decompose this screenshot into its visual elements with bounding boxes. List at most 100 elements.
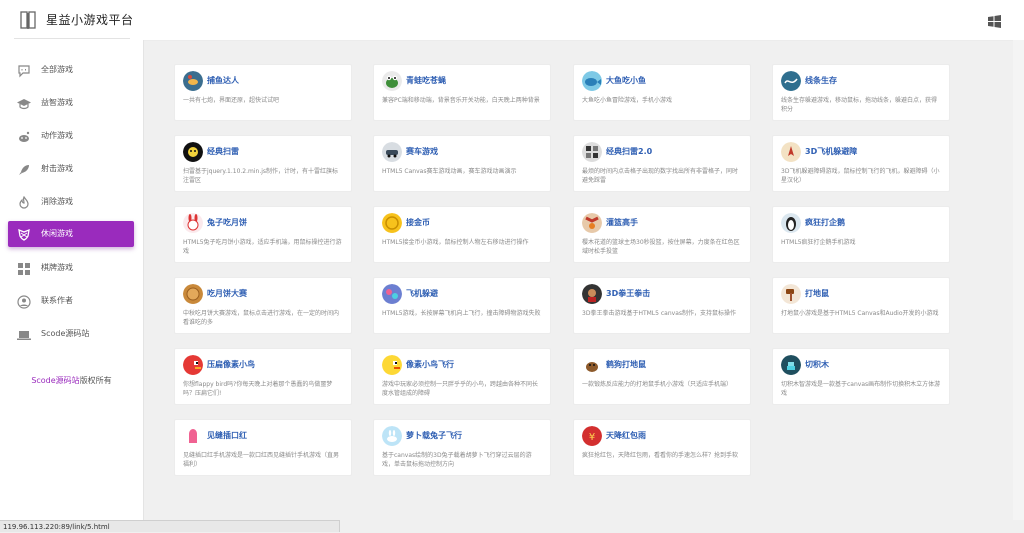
top-header: 星益小游戏平台 xyxy=(0,0,1024,41)
copyright-link[interactable]: Scode源码站 xyxy=(31,376,79,385)
scrollbar[interactable] xyxy=(1013,40,1024,520)
sidebar-item-label: 射击游戏 xyxy=(41,164,73,173)
game-card[interactable]: 3D飞机躲避障 3D飞机躲避障碍游戏，鼠标控制飞行的飞机，躲避障碍（小星汉化） xyxy=(772,135,950,192)
game-description: 最烦的时间内点击格子出现的数字找出所有非雷格子，同时避免踩雷 xyxy=(582,168,739,184)
gold-coin-icon xyxy=(382,213,402,233)
sidebar-item-puzzle-games[interactable]: 益智游戏 xyxy=(8,90,134,116)
sidebar-item-scode[interactable]: Scode源码站 xyxy=(8,321,134,347)
game-description: HTML5 Canvas赛车游戏动画，赛车游戏动画演示 xyxy=(382,168,517,175)
game-card[interactable]: 经典扫雷 扫雷基于jquery.1.10.2.min.js制作，计时，有十雷红旗… xyxy=(174,135,352,192)
game-card[interactable]: 大鱼吃小鱼 大鱼吃小鱼冒险游戏，手机小游戏 xyxy=(573,64,751,121)
minesweeper-icon xyxy=(183,142,203,162)
game-title: 经典扫雷 xyxy=(207,147,239,156)
sidebar-item-label: 益智游戏 xyxy=(41,98,73,107)
game-title: 接金币 xyxy=(406,218,430,227)
game-description: 游戏中玩家必须控制一只胖乎乎的小鸟，跨越由各种不同长度水管组成的障碍 xyxy=(382,381,539,397)
sidebar-item-board-games[interactable]: 棋牌游戏 xyxy=(8,255,134,281)
laptop-icon xyxy=(17,327,31,341)
user-icon xyxy=(17,294,31,309)
game-title: 灌篮高手 xyxy=(606,218,638,227)
game-card[interactable]: 切积木 切积木智游戏是一款基于canvas画布制作切换积木立方体游戏 xyxy=(772,348,950,405)
game-card[interactable]: 像素小鸟飞行 游戏中玩家必须控制一只胖乎乎的小鸟，跨越由各种不同长度水管组成的障… xyxy=(373,348,551,405)
game-card[interactable]: 灌篮高手 樱木花道的篮球主场30秒投篮，按住屏幕，力度条在红色区域时松手投篮 xyxy=(573,206,751,263)
shield-icon xyxy=(17,227,31,241)
game-card[interactable]: 经典扫雷2.0 最烦的时间内点击格子出现的数字找出所有非雷格子，同时避免踩雷 xyxy=(573,135,751,192)
sidebar-item-label: 动作游戏 xyxy=(41,131,73,140)
game-card[interactable]: ¥ 天降红包雨 疯狂抢红包，天降红包雨，看看你的手速怎么样？抢到手软 xyxy=(573,419,751,476)
game-card[interactable]: 疯狂打企鹅 HTML5疯狂打企鹅手机游戏 xyxy=(772,206,950,263)
game-title: 见缝插口红 xyxy=(207,431,247,440)
red-envelope-icon: ¥ xyxy=(582,426,602,446)
brand-title[interactable]: 星益小游戏平台 xyxy=(46,11,134,28)
lipstick-icon xyxy=(183,426,203,446)
sidebar-item-contact[interactable]: 联系作者 xyxy=(8,288,134,314)
game-card[interactable]: 线条生存 线条生存躲避游戏，移动鼠标，拖动线条，躲避白点，获得积分 xyxy=(772,64,950,121)
boxer-icon xyxy=(582,284,602,304)
game-card[interactable]: 压扁像素小鸟 你想flappy bird吗?你每天晚上对着那个愚蠢的鸟做噩梦吗？… xyxy=(174,348,352,405)
status-bar-url: 119.96.113.220:89/link/5.html xyxy=(0,520,340,532)
sidebar-item-action-games[interactable]: 动作游戏 xyxy=(8,123,134,149)
game-description: 大鱼吃小鱼冒险游戏，手机小游戏 xyxy=(582,97,673,104)
3d-plane-icon xyxy=(781,142,801,162)
game-card[interactable]: 吃月饼大赛 中秋吃月饼大赛游戏，鼠标点击进行游戏，在一定的时间内看谁吃的多 xyxy=(174,277,352,334)
sidebar-item-casual-games[interactable]: 休闲游戏 xyxy=(8,221,134,247)
game-description: 3D飞机躲避障碍游戏，鼠标控制飞行的飞机，躲避障碍（小星汉化） xyxy=(781,168,940,184)
sidebar-item-all-games[interactable]: 全部游戏 xyxy=(8,57,134,83)
frog-icon xyxy=(382,71,402,91)
sidebar-item-label: 消除游戏 xyxy=(41,197,73,206)
game-card[interactable]: 赛车游戏 HTML5 Canvas赛车游戏动画，赛车游戏动画演示 xyxy=(373,135,551,192)
game-description: HTML5接金币小游戏，鼠标控制人物左右移动进行操作 xyxy=(382,239,529,246)
chat-bubble-icon xyxy=(17,63,31,78)
game-card[interactable]: 捕鱼达人 一共有七炮，界面还原，超快试试吧 xyxy=(174,64,352,121)
game-card[interactable]: 飞机躲避 HTML5游戏，长按屏幕飞机向上飞行，撞击障碍物游戏失败 xyxy=(373,277,551,334)
game-description: HTML5游戏，长按屏幕飞机向上飞行，撞击障碍物游戏失败 xyxy=(382,310,541,317)
game-description: 3D拳王拳击游戏基于HTML5 canvas制作，支持鼠标操作 xyxy=(582,310,736,317)
game-card[interactable]: 兔子吃月饼 HTML5兔子吃月饼小游戏，适应手机端，用鼠标操控进行游戏 xyxy=(174,206,352,263)
game-title: 大鱼吃小鱼 xyxy=(606,76,646,85)
game-card[interactable]: 打地鼠 打地鼠小游戏是基于HTML5 Canvas和Audio开发的小游戏 xyxy=(772,277,950,334)
game-card[interactable]: 鹤狗打地鼠 一款锻炼反应能力的打地鼠手机小游戏（只适应手机端） xyxy=(573,348,751,405)
sidebar-item-elimination-games[interactable]: 消除游戏 xyxy=(8,189,134,215)
windows-logo-icon[interactable] xyxy=(988,13,1001,28)
copyright: Scode源码站版权所有 xyxy=(0,375,143,386)
line-survival-icon xyxy=(781,71,801,91)
grid-icon xyxy=(17,261,31,275)
race-car-icon xyxy=(382,142,402,162)
game-card[interactable]: 青蛙吃苍蝇 兼容PC端和移动端，背景音乐开关功能，白天晚上两种背景 xyxy=(373,64,551,121)
game-description: 一款锻炼反应能力的打地鼠手机小游戏（只适应手机端） xyxy=(582,381,733,388)
book-logo-icon[interactable] xyxy=(18,9,40,31)
game-description: HTML5疯狂打企鹅手机游戏 xyxy=(781,239,856,246)
reddit-icon xyxy=(17,129,31,143)
basketball-player-icon xyxy=(582,213,602,233)
game-title: 压扁像素小鸟 xyxy=(207,360,255,369)
game-title: 吃月饼大赛 xyxy=(207,289,247,298)
sidebar-item-label: 联系作者 xyxy=(41,296,73,305)
game-description: 基于canvas绘制的3D兔子载着胡萝卜飞行穿过云层的游戏，单击鼠标拖动控制方向 xyxy=(382,452,532,468)
game-description: 你想flappy bird吗?你每天晚上对着那个愚蠢的鸟做噩梦吗？压扁它们! xyxy=(183,381,333,397)
game-card[interactable]: 萝卜载兔子飞行 基于canvas绘制的3D兔子载着胡萝卜飞行穿过云层的游戏，单击… xyxy=(373,419,551,476)
game-description: 见缝插口红手机游戏是一款口红西见缝插针手机游戏（直男福利） xyxy=(183,452,340,468)
game-description: 一共有七炮，界面还原，超快试试吧 xyxy=(183,97,280,104)
plane-dodge-icon xyxy=(382,284,402,304)
big-fish-icon xyxy=(582,71,602,91)
mooncake-icon xyxy=(183,284,203,304)
game-description: 扫雷基于jquery.1.10.2.min.js制作，计时，有十雷红旗标注雷区 xyxy=(183,168,339,184)
game-title: 天降红包雨 xyxy=(606,431,646,440)
game-title: 飞机躲避 xyxy=(406,289,438,298)
game-card[interactable]: 接金币 HTML5接金币小游戏，鼠标控制人物左右移动进行操作 xyxy=(373,206,551,263)
rabbit-mooncake-icon xyxy=(183,213,203,233)
sidebar-item-label: Scode源码站 xyxy=(41,329,90,338)
game-title: 疯狂打企鹅 xyxy=(805,218,845,227)
game-title: 3D飞机躲避障 xyxy=(805,147,858,156)
game-title: 线条生存 xyxy=(805,76,837,85)
sidebar-item-shooting-games[interactable]: 射击游戏 xyxy=(8,156,134,182)
game-title: 兔子吃月饼 xyxy=(207,218,247,227)
fish-hunter-icon xyxy=(183,71,203,91)
penguin-icon xyxy=(781,213,801,233)
game-card[interactable]: 见缝插口红 见缝插口红手机游戏是一款口红西见缝插针手机游戏（直男福利） xyxy=(174,419,352,476)
game-description: 疯狂抢红包，天降红包雨，看看你的手速怎么样？抢到手软 xyxy=(582,452,739,459)
flying-rabbit-icon xyxy=(382,426,402,446)
game-description: HTML5兔子吃月饼小游戏，适应手机端，用鼠标操控进行游戏 xyxy=(183,239,342,255)
fire-icon xyxy=(17,195,31,209)
game-card[interactable]: 3D拳王拳击 3D拳王拳击游戏基于HTML5 canvas制作，支持鼠标操作 xyxy=(573,277,751,334)
